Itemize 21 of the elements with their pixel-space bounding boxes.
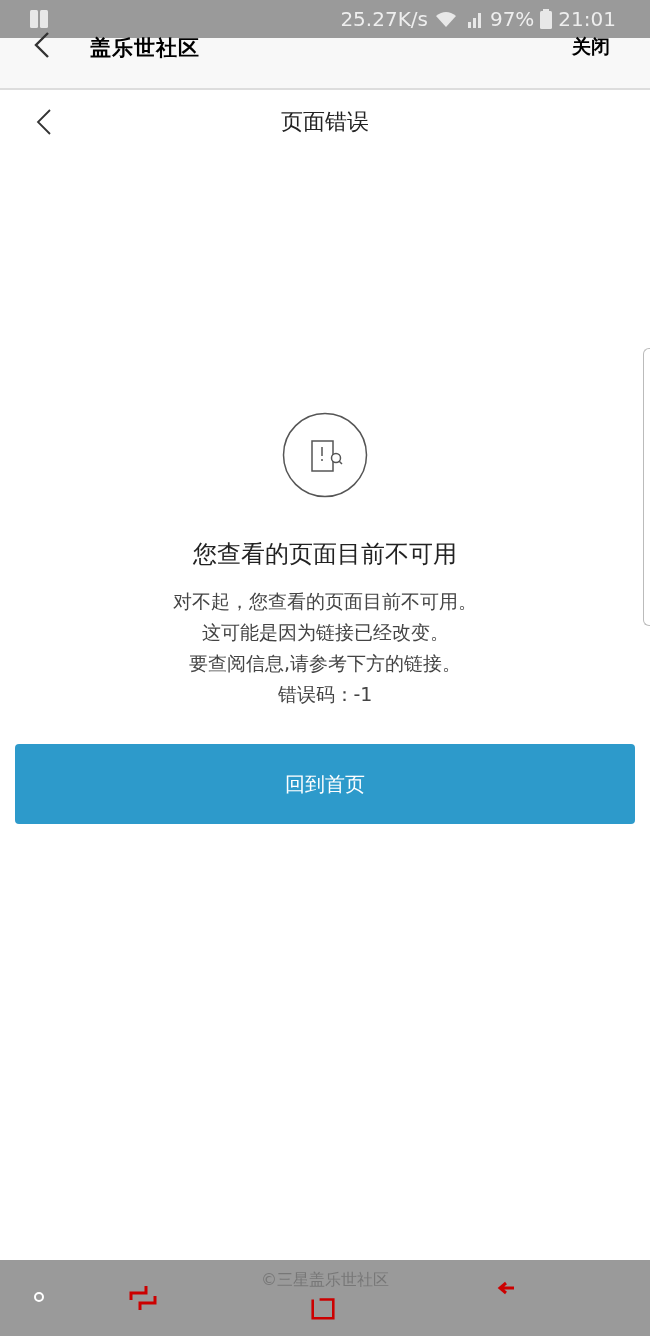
- page-title: 页面错误: [281, 108, 369, 136]
- battery-icon: [540, 9, 553, 29]
- error-message: 要查阅信息,请参考下方的链接。: [188, 651, 461, 676]
- notification-icon: [30, 10, 48, 28]
- clock: 21:01: [558, 7, 616, 31]
- back-icon[interactable]: [36, 109, 52, 135]
- wifi-icon: [433, 10, 458, 28]
- home-icon[interactable]: [311, 1296, 335, 1320]
- error-message: 对不起，您查看的页面目前不可用。: [173, 589, 477, 614]
- error-heading: 您查看的页面目前不可用: [193, 539, 457, 570]
- error-message: 这可能是因为链接已经改变。: [201, 620, 449, 645]
- dot-icon[interactable]: [33, 1291, 45, 1303]
- error-message: 错误码：-1: [277, 682, 373, 707]
- back-icon[interactable]: [34, 32, 50, 58]
- network-speed: 25.27K/s: [340, 7, 428, 31]
- app-title: 盖乐世社区: [90, 34, 200, 62]
- edge-panel-handle[interactable]: [643, 348, 650, 626]
- recent-apps-icon[interactable]: [129, 1284, 157, 1312]
- battery-percent: 97%: [489, 7, 535, 31]
- page-error-icon: [282, 412, 368, 498]
- close-button[interactable]: 关闭: [572, 34, 610, 60]
